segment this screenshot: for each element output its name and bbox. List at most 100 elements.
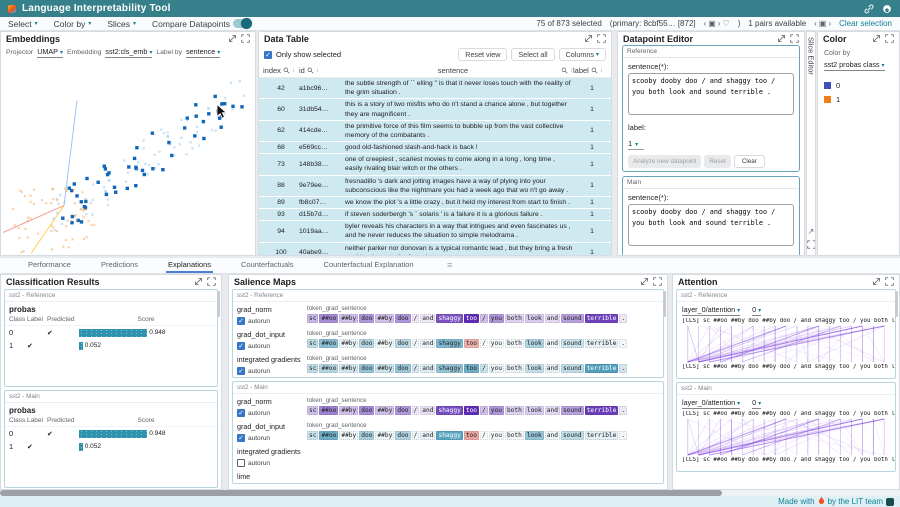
table-row[interactable]: 73148b38…one of creepiest , scariest mov… [259,154,611,175]
expand-icon[interactable] [872,34,881,43]
cell-id: fb8c07… [299,199,345,206]
embedding-scatter-plot[interactable] [1,60,255,255]
pair-grid-icon[interactable]: ▣ [819,19,827,28]
autorun-checkbox[interactable]: ✓ [237,367,245,375]
divider-drag-handle[interactable]: ≡ [447,260,452,270]
expand-icon[interactable] [640,277,649,286]
scrollbar[interactable] [663,291,666,317]
attention-head-select[interactable]: 0▾ [752,398,761,409]
model-subtab[interactable]: sst2 - Main [233,382,663,394]
fullscreen-icon[interactable] [653,277,662,286]
fullscreen-icon[interactable] [807,240,816,251]
columns-button[interactable]: Columns▾ [559,48,606,61]
autorun-checkbox[interactable]: ✓ [237,434,245,442]
lit-team-icon[interactable] [886,498,894,506]
select-all-button[interactable]: Select all [511,48,554,61]
compare-datapoints-toggle[interactable] [233,19,252,28]
attention-head-select[interactable]: 0▾ [752,305,761,316]
salience-token: / [412,339,420,348]
sentence-textarea[interactable] [628,204,794,246]
fullscreen-icon[interactable] [885,34,894,43]
slice-editor-tab[interactable]: Slice Editor ↗ [806,31,816,256]
fullscreen-icon[interactable] [790,34,799,43]
column-header-sentence[interactable]: sentence [345,66,561,75]
section-name: Main [623,177,799,189]
expand-slice-editor-icon[interactable]: ↗ [808,227,815,236]
next-pair-icon[interactable]: › [828,19,831,28]
column-header-label[interactable]: label↕ [573,66,607,75]
model-subtab[interactable]: sst2 - Reference [5,290,217,302]
select-menu[interactable]: Select▾ [8,19,38,29]
fullscreen-icon[interactable] [885,277,894,286]
search-icon[interactable] [307,67,314,74]
table-row[interactable]: 941019aa…byler reveals his characters in… [259,221,611,242]
next-datapoint-icon[interactable]: › [718,19,721,28]
sort-icon[interactable]: ↕ [316,68,319,74]
autorun-checkbox[interactable]: ✓ [237,317,245,325]
salience-token: / [480,406,488,415]
sentence-search[interactable]: ↕ [561,67,573,74]
expand-icon[interactable] [872,277,881,286]
label-select[interactable]: 1▾ [628,139,644,150]
slices-menu[interactable]: Slices▾ [107,19,136,29]
github-icon[interactable] [882,4,892,14]
table-row[interactable]: 42a1bc96…the subtle strength of `` ellin… [259,78,611,99]
projector-select[interactable]: UMAP▾ [37,47,63,58]
tab-counterfactuals[interactable]: Counterfactuals [239,258,296,273]
model-subtab[interactable]: sst2 - Reference [233,290,663,302]
model-subtab[interactable]: sst2 - Reference [677,290,895,302]
attention-layer-select[interactable]: layer_0/attention▾ [682,398,740,409]
model-subtab[interactable]: sst2 - Main [677,383,895,395]
sort-icon[interactable]: ↕ [600,68,603,74]
embedding-select[interactable]: sst2:cls_emb▾ [105,47,152,58]
search-icon[interactable] [283,67,290,74]
chevron-down-icon: ▾ [35,20,38,27]
autorun-checkbox[interactable] [237,459,245,467]
table-row[interactable]: 889e79ee…fresnadillo 's dark and jolting… [259,176,611,197]
clear-button[interactable]: Clear [734,155,765,168]
salience-method-row: grad_dot_input✓autoruntoken_grad_sentenc… [233,327,663,352]
tab-explanations[interactable]: Explanations [166,258,213,273]
fullscreen-icon[interactable] [207,277,216,286]
tab-predictions[interactable]: Predictions [99,258,140,273]
favorite-icon[interactable]: ♡ [723,19,730,28]
color-by-select[interactable]: sst2 probas class▾ [824,60,885,71]
expand-icon[interactable] [777,34,786,43]
clear-selection-link[interactable]: Clear selection [839,19,892,28]
salience-card: sst2 - Maingrad_norm✓autoruntoken_grad_s… [232,381,664,484]
table-row[interactable]: 62414cde…the primitive force of this fil… [259,121,611,142]
tab-performance[interactable]: Performance [26,258,73,273]
column-header-id[interactable]: id↕ [299,66,345,75]
scrollbar[interactable] [895,291,898,317]
expand-icon[interactable] [228,34,237,43]
reset-view-button[interactable]: Reset view [458,48,507,61]
sort-icon[interactable]: ↕ [292,68,295,74]
table-row[interactable]: 6031db54…this is a story of two misfits … [259,99,611,120]
table-row[interactable]: 89fb8c07…we know the plot 's a little cr… [259,197,611,209]
model-subtab[interactable]: sst2 - Main [5,391,217,403]
column-header-index[interactable]: index↕ [263,66,299,75]
label-by-select[interactable]: sentence▾ [186,47,220,58]
autorun-checkbox[interactable]: ✓ [237,409,245,417]
expand-icon[interactable] [194,277,203,286]
datapoint-grid-icon[interactable]: ▣ [708,19,716,28]
table-row[interactable]: 68e569cc…good old-fashioned slash-and-ha… [259,142,611,154]
fullscreen-icon[interactable] [597,34,606,43]
fullscreen-icon[interactable] [241,34,250,43]
search-icon[interactable] [561,67,568,74]
search-icon[interactable] [591,67,598,74]
attention-layer-select[interactable]: layer_0/attention▾ [682,305,740,316]
tab-counterfactual-explanation[interactable]: Counterfactual Explanation [322,258,416,273]
expand-icon[interactable] [584,34,593,43]
table-row[interactable]: 93d15b7d…if steven soderbergh 's ` solar… [259,209,611,221]
scrollbar[interactable] [217,291,220,317]
sentence-textarea[interactable] [628,73,794,115]
prev-datapoint-icon[interactable]: ‹ [704,19,707,28]
table-row[interactable]: 10040abe9…neither parker nor donovan is … [259,243,611,255]
prev-pair-icon[interactable]: ‹ [814,19,817,28]
share-link-icon[interactable] [864,4,874,14]
color-by-menu[interactable]: Color by▾ [54,19,92,29]
salience-token: you [489,339,504,348]
only-show-selected-checkbox[interactable]: ✓ [264,51,272,59]
autorun-checkbox[interactable]: ✓ [237,342,245,350]
